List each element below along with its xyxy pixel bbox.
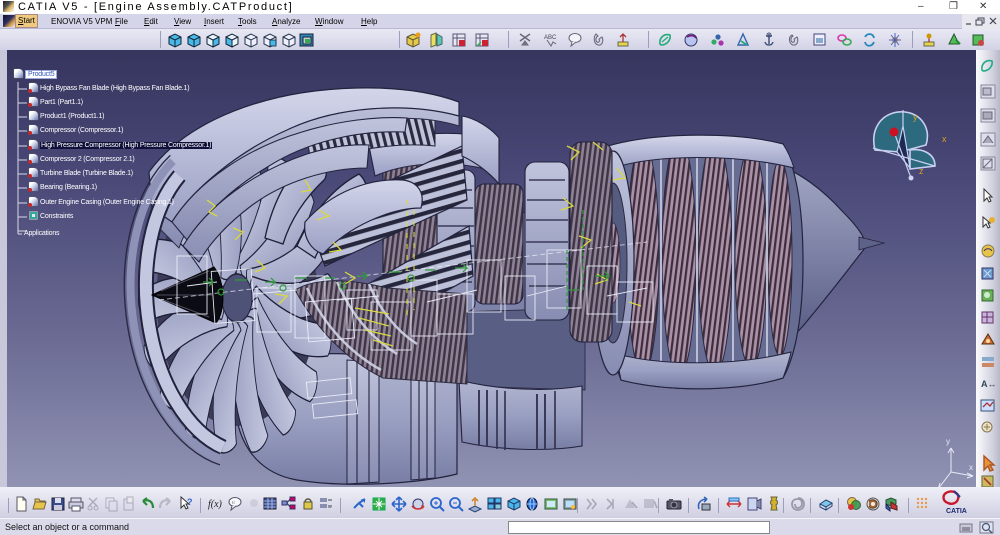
svg-text:x: x	[969, 463, 973, 472]
svg-text:CATIA: CATIA	[946, 508, 967, 515]
svg-text:?: ?	[187, 497, 193, 507]
svg-text:f(x): f(x)	[208, 499, 223, 510]
svg-text:y: y	[946, 437, 950, 446]
svg-text:x: x	[942, 134, 947, 144]
svg-text:=: =	[328, 505, 332, 511]
svg-text:A↔: A↔	[981, 379, 997, 389]
svg-text:y: y	[913, 112, 918, 122]
svg-text:z: z	[919, 166, 924, 176]
svg-text:ABC: ABC	[544, 35, 557, 41]
svg-text:ıı: ıı	[232, 500, 235, 506]
